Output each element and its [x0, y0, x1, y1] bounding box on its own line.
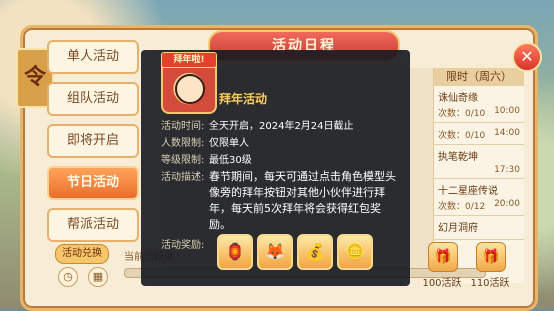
reward-item-icon[interactable]: 💰 [297, 234, 333, 270]
detail-row: 等级限制: 最低30级 [161, 155, 252, 166]
list-item[interactable]: 次数：0/10 14:00 [434, 123, 524, 145]
activity-portrait: 拜年啦! [161, 52, 217, 114]
reward-chest-icon[interactable]: 🎁 [476, 242, 506, 272]
list-item[interactable]: 幻月洞府 [434, 216, 524, 240]
portrait-banner: 拜年啦! [161, 52, 217, 68]
timed-list-header: 限时（周六） [434, 68, 524, 86]
list-item[interactable]: 执笔乾坤 17:30 [434, 145, 524, 179]
detail-description: 活动描述: 春节期间，每天可通过点击角色模型头像旁的拜年按钮对其他小伙伴进行拜年… [161, 170, 396, 231]
activity-details: 活动时间: 全天开启，2024年2月24日截止 人数限制: 仅限单人 等级限制:… [161, 118, 401, 233]
tab-festival[interactable]: 节日活动 [47, 166, 139, 200]
reward-label: 110活跃 [470, 278, 510, 289]
tab-team[interactable]: 组队活动 [47, 82, 139, 116]
reward-item-icon[interactable]: 🦊 [257, 234, 293, 270]
reward-label: 100活跃 [422, 278, 462, 289]
tab-guild[interactable]: 帮派活动 [47, 208, 139, 242]
reward-item-icon[interactable]: 🪙 [337, 234, 373, 270]
activity-name: 拜年活动 [219, 92, 268, 106]
reward-item-icon[interactable]: 🏮 [217, 234, 253, 270]
list-item[interactable]: 诛仙奇缘 次数：0/10 10:00 [434, 86, 524, 123]
exchange-button[interactable]: 活动兑换 [55, 244, 109, 264]
tab-single[interactable]: 单人活动 [47, 40, 139, 74]
category-tabs: 单人活动 组队活动 即将开启 节日活动 帮派活动 [47, 40, 139, 250]
calendar-icon[interactable]: ▦ [88, 267, 108, 287]
reward-chest-icon[interactable]: 🎁 [428, 242, 458, 272]
detail-row: 人数限制: 仅限单人 [161, 138, 249, 149]
tab-upcoming[interactable]: 即将开启 [47, 124, 139, 158]
clock-icon[interactable]: ◷ [58, 267, 78, 287]
character-face-icon [175, 74, 205, 104]
activity-detail-popup: 拜年啦! 拜年活动 活动时间: 全天开启，2024年2月24日截止 人数限制: … [141, 50, 410, 286]
list-item[interactable]: 十二星座传说 次数：0/12 20:00 [434, 179, 524, 216]
detail-row: 活动时间: 全天开启，2024年2月24日截止 [161, 121, 354, 132]
close-icon[interactable]: ✕ [512, 42, 542, 72]
